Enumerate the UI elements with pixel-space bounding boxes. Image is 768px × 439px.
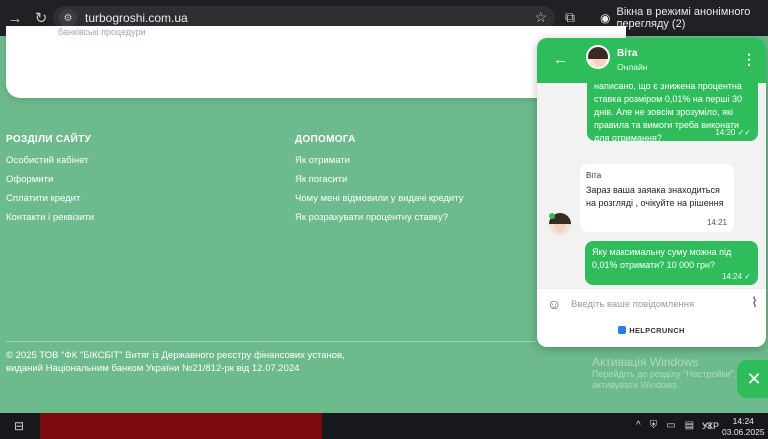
clock-date: 03.06.2025	[722, 427, 765, 437]
url-text[interactable]: turbogroshi.com.ua	[85, 11, 188, 25]
read-ticks-icon: ✓✓	[737, 128, 751, 137]
system-tray: ^ ⛨ ▭ ▤ ◁	[636, 420, 711, 431]
online-indicator	[549, 213, 555, 219]
powered-by[interactable]: HELPCRUNCH	[537, 326, 766, 335]
shield-icon[interactable]: ⛨	[650, 420, 658, 431]
site-info-icon[interactable]: ⚙	[59, 9, 77, 27]
emoji-icon[interactable]: ☺	[547, 296, 561, 312]
message-outgoing: написано, що є знижена процентна ставка …	[587, 83, 758, 143]
footer-help: ДОПОМОГА Як отримати Як погасити Чому ме…	[295, 134, 463, 231]
footer-link-how-repay[interactable]: Як погасити	[295, 174, 463, 193]
more-options-icon[interactable]: ⋮	[742, 51, 756, 68]
chat-close-button[interactable]: ✕	[737, 360, 768, 398]
footer-link-calc-rate[interactable]: Як розрахувати процентну ставку?	[295, 212, 463, 231]
copyright: © 2025 ТОВ "ФК "БІКСБІТ" Витяг із Держав…	[6, 349, 345, 375]
agent-status: Онлайн	[617, 62, 648, 72]
footer-col2-title: ДОПОМОГА	[295, 134, 356, 145]
powered-by-label: HELPCRUNCH	[629, 326, 685, 335]
message-input[interactable]	[571, 297, 741, 311]
footer-link-contacts[interactable]: Контакти і реквізити	[6, 212, 94, 231]
incognito-label: Вікна в режимі анонімного перегляду (2)	[616, 6, 751, 30]
clock-time: 14:24	[732, 416, 754, 426]
agent-name: Віта	[617, 48, 638, 59]
footer-divider	[6, 341, 536, 342]
back-arrow-icon[interactable]: ←	[553, 51, 568, 68]
copyright-line-1: © 2025 ТОВ "ФК "БІКСБІТ" Витяг із Держав…	[6, 350, 345, 361]
content-card: банківські процедури	[6, 26, 626, 98]
chat-widget: ← Віта Онлайн ⋮ написано, що є знижена п…	[537, 38, 766, 347]
taskbar: ⊟ ^ ⛨ ▭ ▤ ◁ УКР 14:24 03.06.2025	[0, 413, 768, 439]
message-incoming: Віта Зараз ваша заяака знаходиться на ро…	[580, 164, 734, 232]
helpcrunch-logo-icon	[618, 326, 627, 334]
watermark-line-3: активувати Windows.	[592, 380, 680, 390]
footer-site-sections: РОЗДІЛИ САЙТУ Особистий кабінет Оформити…	[6, 134, 94, 231]
footer-link-how-get[interactable]: Як отримати	[295, 155, 463, 174]
language-indicator[interactable]: УКР	[702, 421, 719, 431]
attachment-icon[interactable]: ⌇	[751, 294, 758, 311]
close-icon: ✕	[746, 368, 762, 389]
taskbar-apps[interactable]	[40, 413, 322, 439]
card-cut-text: банківські процедури	[58, 27, 146, 37]
message-composer: ☺ ⌇	[537, 288, 766, 318]
watermark-line-2: Перейдіть до розділу "Настройки", щоб	[592, 369, 757, 379]
incognito-icon: ◉	[600, 11, 611, 25]
message-text: Яку максимальну суму можна під 0,01% отр…	[592, 247, 732, 270]
message-outgoing: Яку максимальну суму можна під 0,01% отр…	[585, 241, 758, 285]
task-view-icon[interactable]: ⊟	[14, 419, 24, 433]
message-time: 14:24 ✓	[722, 272, 751, 281]
footer-link-apply[interactable]: Оформити	[6, 174, 94, 193]
copyright-line-2: виданий Національним банком України №21/…	[6, 363, 300, 374]
windows-activation-watermark: Активація Windows Перейдіть до розділу "…	[592, 355, 756, 391]
message-text: Зараз ваша заяака знаходиться на розгляд…	[586, 185, 724, 208]
footer-link-cabinet[interactable]: Особистий кабінет	[6, 155, 94, 174]
extension-icon[interactable]: ⧉	[565, 9, 575, 26]
message-author: Віта	[586, 171, 602, 180]
footer-link-why-refused[interactable]: Чому мені відмовили у видачі кредиту	[295, 193, 463, 212]
message-time: 14:20 ✓✓	[715, 128, 751, 137]
footer-link-pay-credit[interactable]: Сплатити кредит	[6, 193, 94, 212]
message-list[interactable]: написано, що є знижена процентна ставка …	[537, 83, 766, 288]
message-time: 14:21	[706, 218, 727, 227]
network-icon[interactable]: ▤	[685, 420, 694, 431]
battery-icon[interactable]: ▭	[666, 420, 675, 431]
clock[interactable]: 14:24 03.06.2025	[722, 416, 765, 438]
footer-col1-title: РОЗДІЛИ САЙТУ	[6, 134, 92, 145]
star-icon[interactable]: ☆	[534, 9, 547, 26]
chevron-up-icon[interactable]: ^	[636, 420, 641, 431]
agent-avatar	[586, 45, 610, 69]
sent-tick-icon: ✓	[744, 272, 751, 281]
watermark-title: Активація Windows	[592, 355, 699, 369]
chat-header: ← Віта Онлайн ⋮	[537, 38, 766, 83]
